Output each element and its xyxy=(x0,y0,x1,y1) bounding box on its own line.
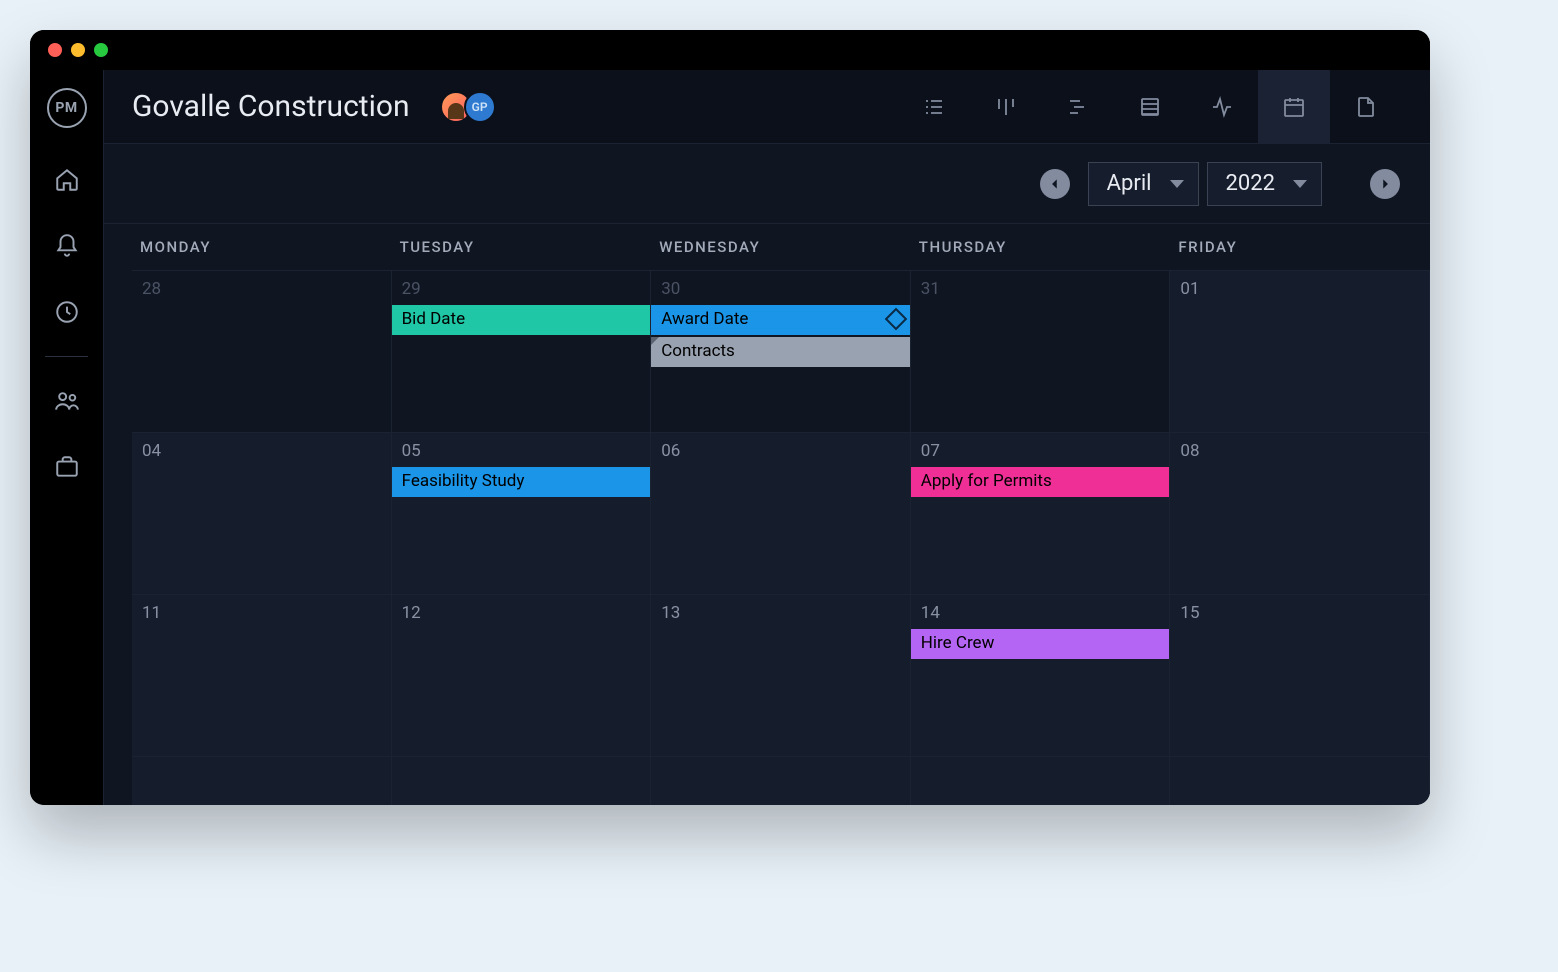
day-number: 15 xyxy=(1170,603,1429,629)
avatar-stack[interactable]: GP xyxy=(440,91,496,123)
day-number: 01 xyxy=(1170,279,1429,305)
day-number: 12 xyxy=(392,603,651,629)
calendar-toolbar: April 2022 xyxy=(104,144,1430,224)
activity-view-icon[interactable] xyxy=(1186,70,1258,144)
minimize-window-dot[interactable] xyxy=(71,43,85,57)
fold-corner-icon xyxy=(651,337,659,345)
day-header: FRIDAY xyxy=(1170,224,1430,270)
next-month-button[interactable] xyxy=(1370,169,1400,199)
day-number: 29 xyxy=(392,279,651,305)
calendar-cell[interactable]: 31 xyxy=(911,271,1171,433)
calendar-cell[interactable]: 04 xyxy=(132,433,392,595)
calendar-cell[interactable]: 28 xyxy=(132,271,392,433)
app-window: PM Govalle Construction xyxy=(30,30,1430,805)
sidebar: PM xyxy=(30,70,104,805)
day-header: MONDAY xyxy=(132,224,392,270)
bell-icon[interactable] xyxy=(53,232,81,260)
calendar-event[interactable]: Bid Date xyxy=(392,305,651,335)
day-number: 05 xyxy=(392,441,651,467)
day-number: 28 xyxy=(132,279,391,305)
gantt-view-icon[interactable] xyxy=(1042,70,1114,144)
calendar-cell[interactable] xyxy=(651,757,911,805)
project-title: Govalle Construction xyxy=(132,89,410,124)
project-header: Govalle Construction GP xyxy=(104,70,1430,144)
calendar-cell[interactable] xyxy=(392,757,652,805)
titlebar xyxy=(30,30,1430,70)
calendar-cell[interactable]: 13 xyxy=(651,595,911,757)
calendar-area: MONDAYTUESDAYWEDNESDAYTHURSDAYFRIDAY 282… xyxy=(104,224,1430,805)
calendar-cell[interactable]: 15 xyxy=(1170,595,1430,757)
sidebar-divider xyxy=(45,356,89,357)
day-number xyxy=(132,765,391,771)
month-label: April xyxy=(1107,171,1152,196)
calendar-event[interactable]: Hire Crew xyxy=(911,629,1170,659)
calendar-view-icon[interactable] xyxy=(1258,70,1330,144)
calendar-event[interactable]: Apply for Permits xyxy=(911,467,1170,497)
avatar-user2[interactable]: GP xyxy=(464,91,496,123)
day-number xyxy=(1170,765,1429,771)
calendar-cell[interactable]: 07Apply for Permits xyxy=(911,433,1171,595)
close-window-dot[interactable] xyxy=(48,43,62,57)
day-number: 11 xyxy=(132,603,391,629)
calendar-event[interactable]: Feasibility Study xyxy=(392,467,651,497)
day-number: 04 xyxy=(132,441,391,467)
day-number xyxy=(911,765,1170,771)
board-view-icon[interactable] xyxy=(970,70,1042,144)
briefcase-icon[interactable] xyxy=(53,453,81,481)
files-view-icon[interactable] xyxy=(1330,70,1402,144)
day-number: 14 xyxy=(911,603,1170,629)
calendar-event[interactable]: Contracts xyxy=(651,337,910,367)
calendar-cell[interactable]: 11 xyxy=(132,595,392,757)
day-header: WEDNESDAY xyxy=(651,224,911,270)
month-dropdown[interactable]: April xyxy=(1088,162,1199,206)
year-label: 2022 xyxy=(1226,171,1275,196)
calendar-cell[interactable]: 14Hire Crew xyxy=(911,595,1171,757)
day-number: 06 xyxy=(651,441,910,467)
calendar-cell[interactable] xyxy=(132,757,392,805)
day-number xyxy=(392,765,651,771)
home-icon[interactable] xyxy=(53,166,81,194)
list-view-icon[interactable] xyxy=(898,70,970,144)
year-dropdown[interactable]: 2022 xyxy=(1207,162,1322,206)
clock-icon[interactable] xyxy=(53,298,81,326)
calendar-cell[interactable]: 29Bid Date xyxy=(392,271,652,433)
calendar-event[interactable]: Award Date xyxy=(651,305,910,335)
milestone-icon xyxy=(884,308,907,331)
people-icon[interactable] xyxy=(53,387,81,415)
app-logo[interactable]: PM xyxy=(47,88,87,128)
calendar-cell[interactable]: 08 xyxy=(1170,433,1430,595)
calendar-grid: 2829Bid Date30Award DateContracts3101040… xyxy=(132,270,1430,805)
calendar-cell[interactable]: 05Feasibility Study xyxy=(392,433,652,595)
calendar-cell[interactable] xyxy=(1170,757,1430,805)
view-switcher xyxy=(898,70,1402,144)
day-header: TUESDAY xyxy=(392,224,652,270)
day-number: 13 xyxy=(651,603,910,629)
calendar-cell[interactable]: 30Award DateContracts xyxy=(651,271,911,433)
sheet-view-icon[interactable] xyxy=(1114,70,1186,144)
prev-month-button[interactable] xyxy=(1040,169,1070,199)
day-number xyxy=(651,765,910,771)
calendar-cell[interactable] xyxy=(911,757,1171,805)
day-number: 08 xyxy=(1170,441,1429,467)
calendar-day-headers: MONDAYTUESDAYWEDNESDAYTHURSDAYFRIDAY xyxy=(132,224,1430,270)
chevron-down-icon xyxy=(1170,180,1184,188)
day-header: THURSDAY xyxy=(911,224,1171,270)
calendar-cell[interactable]: 06 xyxy=(651,433,911,595)
calendar-cell[interactable]: 12 xyxy=(392,595,652,757)
day-number: 30 xyxy=(651,279,910,305)
main-panel: Govalle Construction GP xyxy=(104,70,1430,805)
maximize-window-dot[interactable] xyxy=(94,43,108,57)
day-number: 07 xyxy=(911,441,1170,467)
chevron-down-icon xyxy=(1293,180,1307,188)
calendar-cell[interactable]: 01 xyxy=(1170,271,1430,433)
day-number: 31 xyxy=(911,279,1170,305)
